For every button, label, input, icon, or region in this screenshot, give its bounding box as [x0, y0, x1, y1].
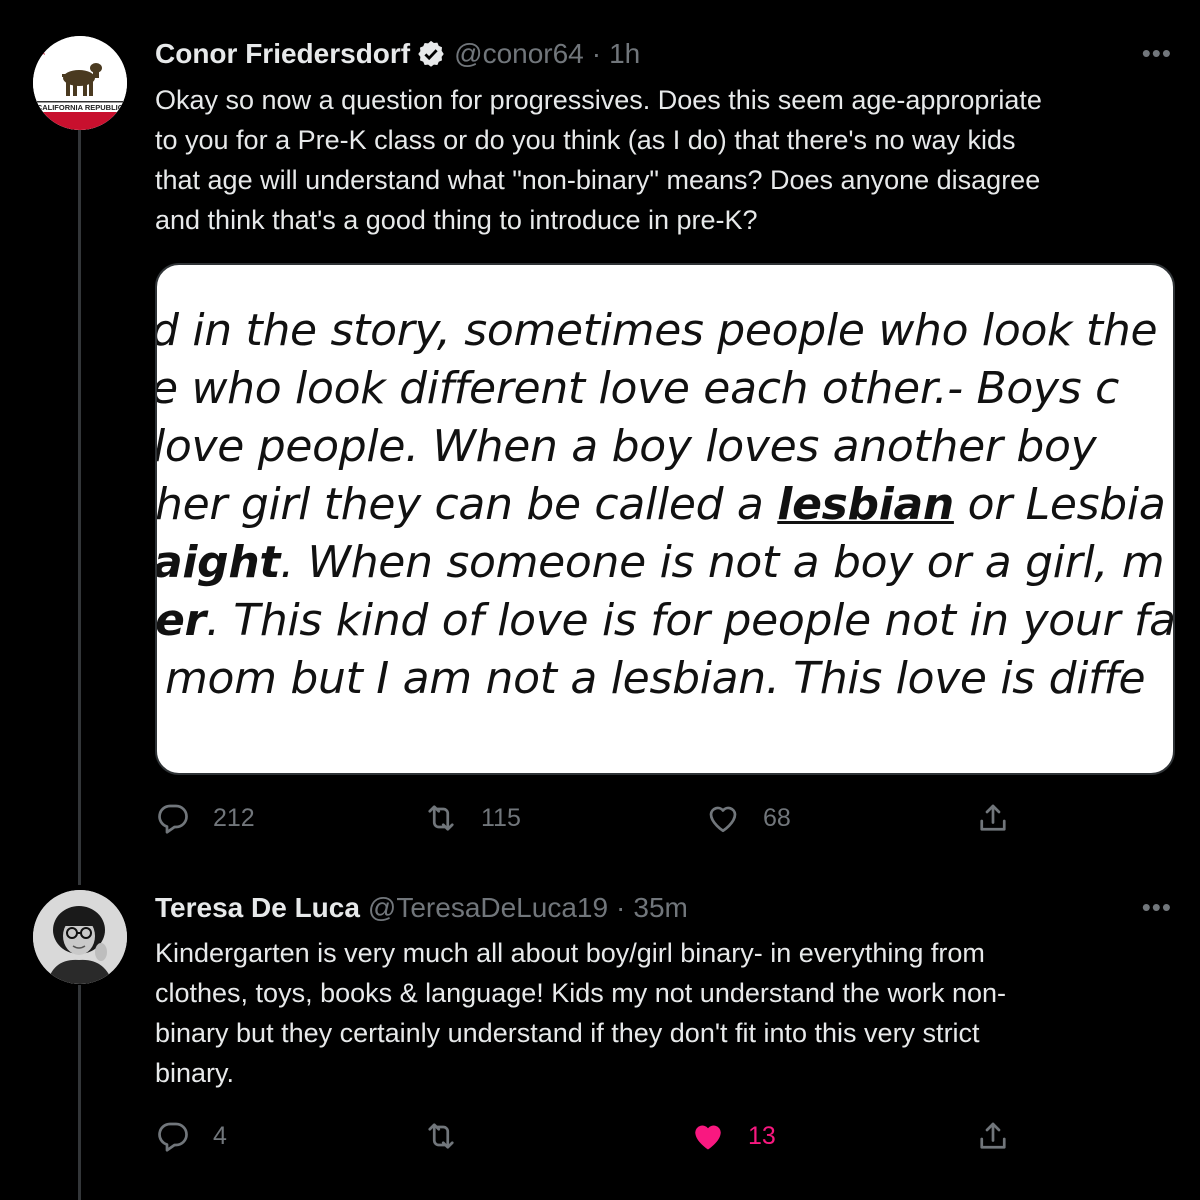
media-text-segment: . When someone is not a boy or a girl, m — [280, 537, 1165, 588]
author-name[interactable]: Conor Friedersdorf — [155, 38, 410, 70]
media-text-line: mom but I am not a lesbian. This love is… — [165, 653, 1146, 704]
tweet-text-line: clothes, toys, books & language! Kids my… — [155, 978, 1006, 1008]
tweet-text-line: Kindergarten is very much all about boy/… — [155, 938, 985, 968]
like-icon — [709, 806, 737, 833]
verified-badge-icon — [416, 39, 446, 69]
tweet-actions: 212 115 68 — [155, 800, 1035, 844]
tweet-timestamp[interactable]: 35m — [633, 892, 687, 924]
tweet-text-line: to you for a Pre-K class or do you think… — [155, 125, 1016, 155]
tweet-text: Okay so now a question for progressives.… — [155, 80, 1165, 240]
media-text-line: e who look different love each other.- B… — [155, 363, 1119, 414]
tweet-text-line: that age will understand what "non-binar… — [155, 165, 1041, 195]
retweet-count: 115 — [481, 803, 521, 832]
retweet-icon — [428, 805, 454, 831]
reply-count: 212 — [213, 803, 255, 832]
retweet-icon — [428, 1123, 454, 1149]
tweet-text-line: Okay so now a question for progressives.… — [155, 85, 1042, 115]
media-text-segment: or Lesbia — [953, 479, 1166, 530]
more-icon[interactable]: ••• — [1142, 892, 1172, 923]
media-text-line: her girl they can be called a lesbian or… — [155, 479, 1166, 530]
media-text-line: love people. When a boy loves another bo… — [155, 421, 1097, 472]
share-icon — [980, 804, 1006, 831]
reply-count: 4 — [213, 1121, 227, 1150]
reply-icon — [158, 804, 188, 834]
teresa-avatar-image — [33, 890, 127, 984]
avatar-teresa[interactable] — [33, 890, 127, 984]
retweet-button[interactable] — [423, 1118, 481, 1154]
like-button[interactable]: 68 — [705, 800, 791, 836]
author-name[interactable]: Teresa De Luca — [155, 892, 360, 924]
media-text-line: aight. When someone is not a boy or a gi… — [155, 537, 1165, 588]
media-text-segment: her girl they can be called a — [155, 479, 778, 530]
media-text-lesbian: lesbian — [777, 479, 954, 530]
separator-dot: · — [591, 38, 602, 69]
tweet-actions: 4 13 — [155, 1118, 1035, 1162]
retweet-button[interactable]: 115 — [423, 800, 521, 836]
avatar-flag-text: CALIFORNIA REPUBLIC — [37, 103, 124, 112]
reply-icon — [158, 1122, 188, 1152]
media-text-line: er. This kind of love is for people not … — [155, 595, 1175, 646]
separator-dot: · — [616, 892, 626, 923]
tweet-text: Kindergarten is very much all about boy/… — [155, 933, 1165, 1093]
share-button[interactable] — [975, 1118, 1011, 1154]
avatar-conor[interactable]: CALIFORNIA REPUBLIC — [33, 36, 127, 130]
tweet-media-image[interactable]: d in the story, sometimes people who loo… — [155, 263, 1175, 775]
tweet-header: Teresa De Luca @TeresaDeLuca19 · 35m — [155, 888, 688, 928]
tweet-timestamp[interactable]: 1h — [609, 38, 640, 70]
author-handle[interactable]: @TeresaDeLuca19 — [368, 892, 608, 924]
media-text-segment: . This kind of love is for people not in… — [205, 595, 1175, 646]
like-button[interactable]: 13 — [690, 1118, 776, 1154]
like-filled-icon — [695, 1125, 721, 1150]
author-handle[interactable]: @conor64 — [454, 38, 584, 70]
like-count: 68 — [763, 803, 791, 832]
tweet-text-line: and think that's a good thing to introdu… — [155, 205, 758, 235]
california-flag-avatar-image: CALIFORNIA REPUBLIC — [33, 36, 127, 130]
share-icon — [980, 1122, 1006, 1149]
like-count: 13 — [748, 1121, 776, 1150]
media-text-bold: aight — [155, 537, 281, 588]
media-text-line: d in the story, sometimes people who loo… — [155, 305, 1158, 356]
tweet-header: Conor Friedersdorf @conor64 · 1h — [155, 34, 640, 74]
more-icon[interactable]: ••• — [1142, 38, 1172, 69]
tweet-text-line: binary but they certainly understand if … — [155, 1018, 980, 1048]
thread-connector-line — [78, 130, 81, 885]
media-text-bold: er — [155, 595, 206, 646]
tweet-text-line: binary. — [155, 1058, 235, 1088]
reply-button[interactable]: 212 — [155, 800, 255, 836]
share-button[interactable] — [975, 800, 1011, 836]
reply-button[interactable]: 4 — [155, 1118, 227, 1154]
thread-connector-line-bottom — [78, 985, 81, 1200]
